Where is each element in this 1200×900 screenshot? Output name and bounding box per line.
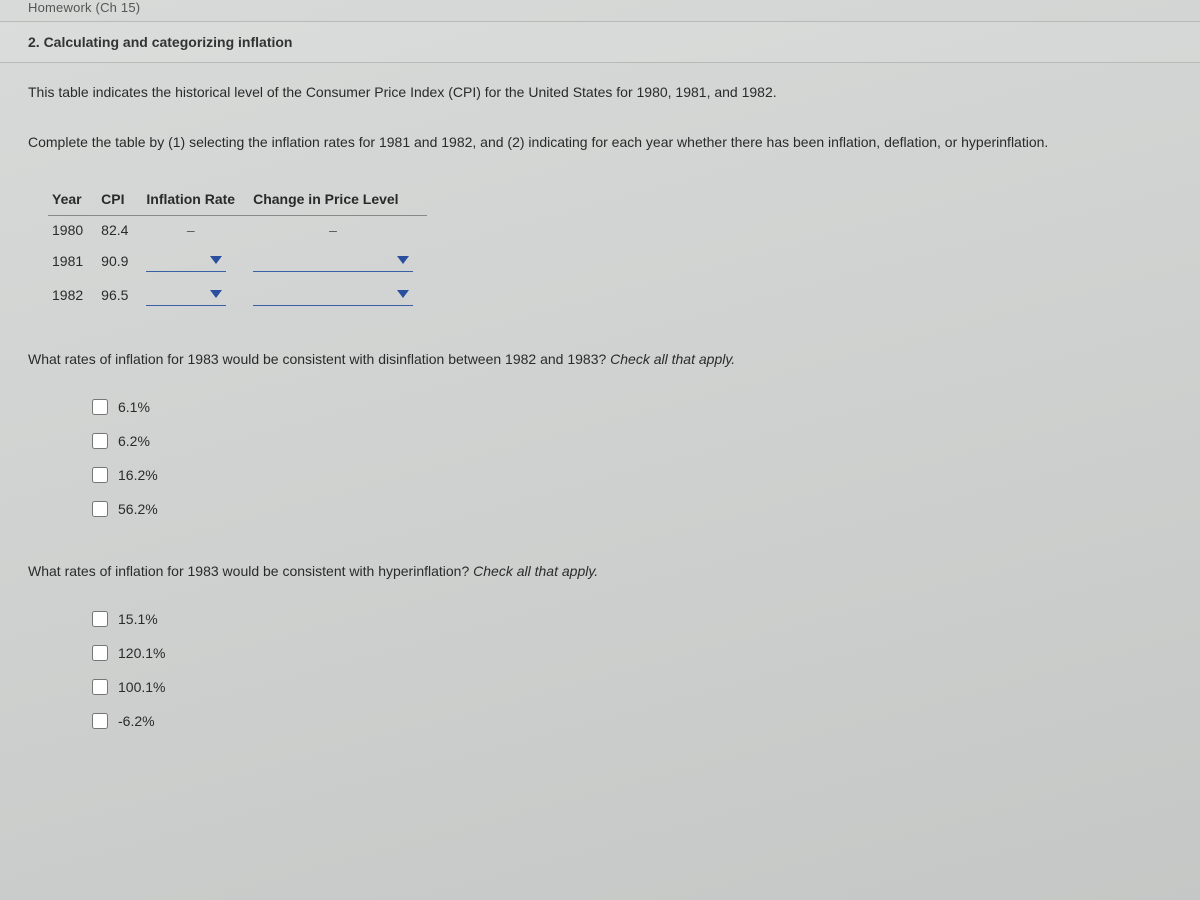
chevron-down-icon xyxy=(397,290,409,298)
intro-paragraph-1: This table indicates the historical leve… xyxy=(28,81,1172,105)
list-item: 16.2% xyxy=(92,458,1172,492)
checkbox-option[interactable] xyxy=(92,611,108,627)
table-row: 1982 96.5 xyxy=(48,278,427,312)
inflation-rate-dropdown-1982[interactable] xyxy=(146,284,226,306)
checkbox-option[interactable] xyxy=(92,713,108,729)
chevron-down-icon xyxy=(210,256,222,264)
breadcrumb: Homework (Ch 15) xyxy=(0,0,1200,21)
question-text: What rates of inflation for 1983 would b… xyxy=(28,563,473,579)
question-hint: Check all that apply. xyxy=(610,351,735,367)
checkbox-option[interactable] xyxy=(92,645,108,661)
col-change-price-level: Change in Price Level xyxy=(249,185,427,216)
list-item: 15.1% xyxy=(92,602,1172,636)
section-title: 2. Calculating and categorizing inflatio… xyxy=(0,21,1200,63)
cell-year: 1980 xyxy=(48,215,97,244)
list-item: 120.1% xyxy=(92,636,1172,670)
hyperinflation-options: 15.1% 120.1% 100.1% -6.2% xyxy=(92,602,1172,738)
list-item: 6.2% xyxy=(92,424,1172,458)
inflation-rate-dropdown-1981[interactable] xyxy=(146,250,226,272)
col-inflation-rate: Inflation Rate xyxy=(142,185,249,216)
option-label: -6.2% xyxy=(118,713,155,729)
option-label: 6.2% xyxy=(118,433,150,449)
question-hyperinflation: What rates of inflation for 1983 would b… xyxy=(28,560,1172,582)
checkbox-option[interactable] xyxy=(92,679,108,695)
cell-cpi: 96.5 xyxy=(97,278,142,312)
cell-change-dash: – xyxy=(249,215,427,244)
option-label: 6.1% xyxy=(118,399,150,415)
price-level-dropdown-1982[interactable] xyxy=(253,284,413,306)
question-text: What rates of inflation for 1983 would b… xyxy=(28,351,610,367)
checkbox-option[interactable] xyxy=(92,399,108,415)
table-row: 1980 82.4 – – xyxy=(48,215,427,244)
option-label: 56.2% xyxy=(118,501,158,517)
disinflation-options: 6.1% 6.2% 16.2% 56.2% xyxy=(92,390,1172,526)
price-level-dropdown-1981[interactable] xyxy=(253,250,413,272)
list-item: -6.2% xyxy=(92,704,1172,738)
chevron-down-icon xyxy=(397,256,409,264)
col-cpi: CPI xyxy=(97,185,142,216)
list-item: 100.1% xyxy=(92,670,1172,704)
question-hint: Check all that apply. xyxy=(473,563,598,579)
chevron-down-icon xyxy=(210,290,222,298)
cell-year: 1981 xyxy=(48,244,97,278)
cpi-table: Year CPI Inflation Rate Change in Price … xyxy=(48,185,427,312)
cell-cpi: 82.4 xyxy=(97,215,142,244)
intro-paragraph-2: Complete the table by (1) selecting the … xyxy=(28,131,1172,155)
list-item: 6.1% xyxy=(92,390,1172,424)
question-disinflation: What rates of inflation for 1983 would b… xyxy=(28,348,1172,370)
cell-cpi: 90.9 xyxy=(97,244,142,278)
checkbox-option[interactable] xyxy=(92,501,108,517)
option-label: 15.1% xyxy=(118,611,158,627)
option-label: 120.1% xyxy=(118,645,165,661)
table-row: 1981 90.9 xyxy=(48,244,427,278)
option-label: 16.2% xyxy=(118,467,158,483)
col-year: Year xyxy=(48,185,97,216)
option-label: 100.1% xyxy=(118,679,165,695)
list-item: 56.2% xyxy=(92,492,1172,526)
checkbox-option[interactable] xyxy=(92,467,108,483)
checkbox-option[interactable] xyxy=(92,433,108,449)
cell-rate-dash: – xyxy=(142,215,249,244)
cell-year: 1982 xyxy=(48,278,97,312)
